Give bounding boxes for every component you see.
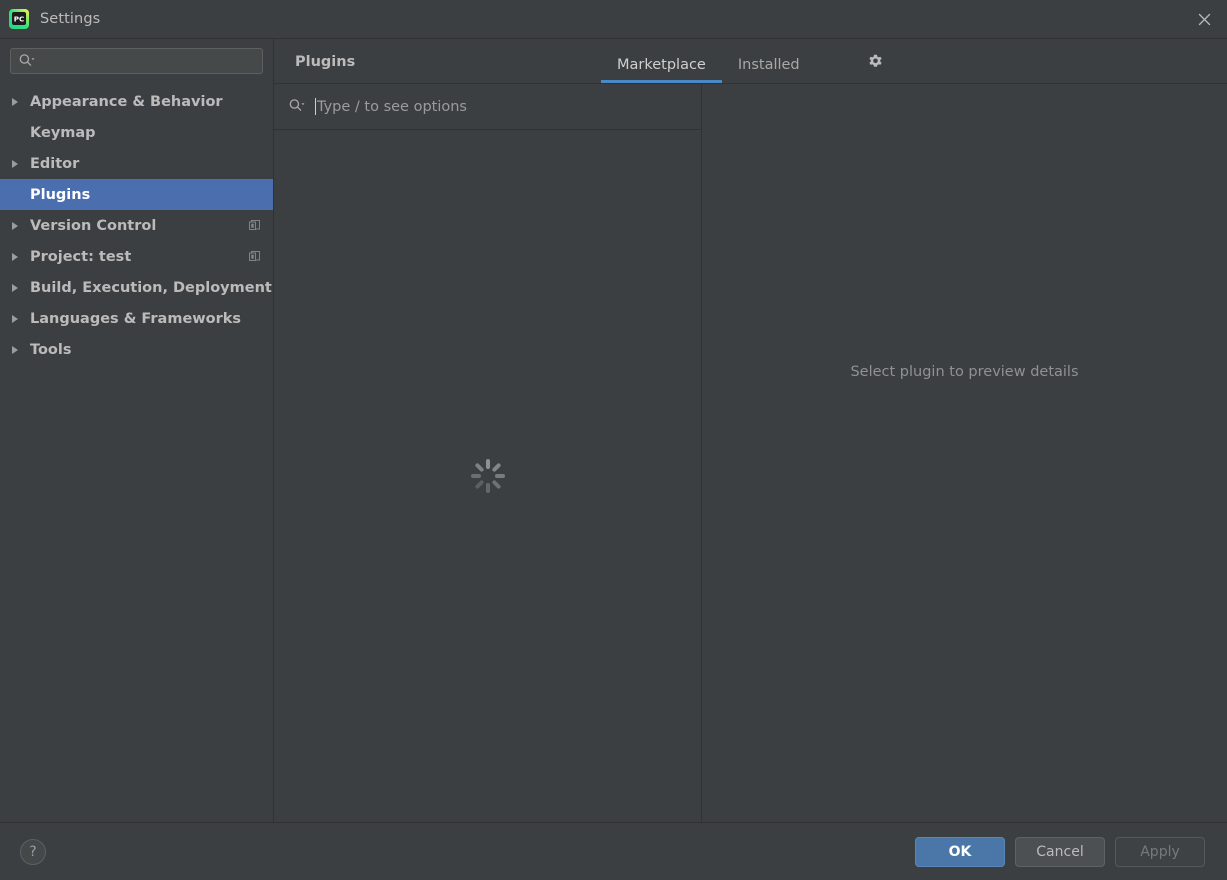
cancel-button[interactable]: Cancel	[1015, 836, 1105, 867]
chevron-right-icon[interactable]	[10, 252, 30, 262]
help-button[interactable]: ?	[20, 838, 46, 865]
sidebar-item-appearance-behavior[interactable]: Appearance & Behavior	[0, 86, 273, 117]
sidebar-item-label: Appearance & Behavior	[30, 93, 223, 110]
plugin-search-input[interactable]: Type / to see options	[315, 96, 701, 118]
page-title: Plugins	[295, 54, 356, 70]
plugins-panes: Type / to see options Select plugin to p…	[274, 83, 1227, 822]
search-icon	[288, 97, 306, 116]
chevron-right-icon[interactable]	[10, 283, 30, 293]
settings-tree: Appearance & Behavior Keymap Editor Plug…	[0, 86, 273, 365]
sidebar-item-label: Plugins	[30, 186, 91, 203]
sidebar-item-label: Version Control	[30, 217, 157, 234]
gear-icon[interactable]	[862, 49, 888, 75]
chevron-right-icon[interactable]	[10, 345, 30, 355]
sidebar-search-wrap	[0, 39, 273, 82]
sidebar-item-build-execution-deployment[interactable]: Build, Execution, Deployment	[0, 272, 273, 303]
svg-text:PC: PC	[14, 15, 25, 24]
sidebar-item-project-test[interactable]: Project: test	[0, 241, 273, 272]
sidebar-search-input[interactable]	[10, 48, 263, 74]
plugin-search-placeholder: Type / to see options	[317, 98, 467, 115]
cancel-button-label: Cancel	[1036, 843, 1084, 860]
sidebar-item-label: Tools	[30, 341, 72, 358]
sidebar-item-label: Editor	[30, 155, 80, 172]
plugin-detail-pane: Select plugin to preview details	[702, 84, 1227, 822]
plugin-detail-empty-text: Select plugin to preview details	[850, 364, 1079, 380]
chevron-right-icon[interactable]	[10, 314, 30, 324]
settings-sidebar: Appearance & Behavior Keymap Editor Plug…	[0, 39, 274, 822]
project-settings-icon	[248, 250, 261, 263]
plugin-search-row[interactable]: Type / to see options	[274, 84, 701, 130]
footer-actions: OK Cancel Apply	[915, 836, 1205, 867]
sidebar-item-languages-frameworks[interactable]: Languages & Frameworks	[0, 303, 273, 334]
close-icon[interactable]	[1181, 0, 1227, 38]
tab-label: Installed	[737, 56, 800, 73]
sidebar-item-editor[interactable]: Editor	[0, 148, 273, 179]
project-settings-icon	[248, 219, 261, 232]
plugin-list-pane: Type / to see options	[274, 84, 702, 822]
tab-label: Marketplace	[617, 56, 706, 73]
apply-button[interactable]: Apply	[1115, 836, 1205, 867]
sidebar-item-label: Languages & Frameworks	[30, 310, 242, 327]
sidebar-item-version-control[interactable]: Version Control	[0, 210, 273, 241]
ok-button[interactable]: OK	[915, 836, 1005, 867]
spinner-icon	[470, 459, 505, 493]
tab-marketplace[interactable]: Marketplace	[601, 56, 722, 84]
plugins-header: Plugins Marketplace Installed	[274, 39, 1227, 83]
text-caret	[315, 98, 316, 115]
sidebar-item-label: Project: test	[30, 248, 132, 265]
help-button-label: ?	[29, 843, 37, 860]
pycharm-logo-icon: PC	[8, 8, 30, 30]
settings-dialog: PC Settings Appearance & Behavior Keymap…	[0, 0, 1227, 880]
chevron-right-icon[interactable]	[10, 97, 30, 107]
sidebar-item-label: Build, Execution, Deployment	[30, 279, 272, 296]
dialog-footer: ? OK Cancel Apply	[0, 822, 1227, 880]
window-title: Settings	[40, 11, 101, 27]
search-icon	[18, 52, 36, 71]
sidebar-item-label: Keymap	[30, 124, 96, 141]
plugin-list-body	[274, 130, 701, 822]
sidebar-item-keymap[interactable]: Keymap	[0, 117, 273, 148]
chevron-right-icon[interactable]	[10, 221, 30, 231]
plugins-tabs: Marketplace Installed	[601, 39, 816, 83]
sidebar-item-tools[interactable]: Tools	[0, 334, 273, 365]
chevron-right-icon[interactable]	[10, 159, 30, 169]
ok-button-label: OK	[948, 843, 972, 860]
dialog-body: Appearance & Behavior Keymap Editor Plug…	[0, 38, 1227, 822]
sidebar-item-plugins[interactable]: Plugins	[0, 179, 273, 210]
title-bar: PC Settings	[0, 0, 1227, 38]
plugins-panel: Plugins Marketplace Installed Type / to …	[274, 39, 1227, 822]
tab-installed[interactable]: Installed	[722, 56, 816, 84]
apply-button-label: Apply	[1140, 843, 1180, 860]
